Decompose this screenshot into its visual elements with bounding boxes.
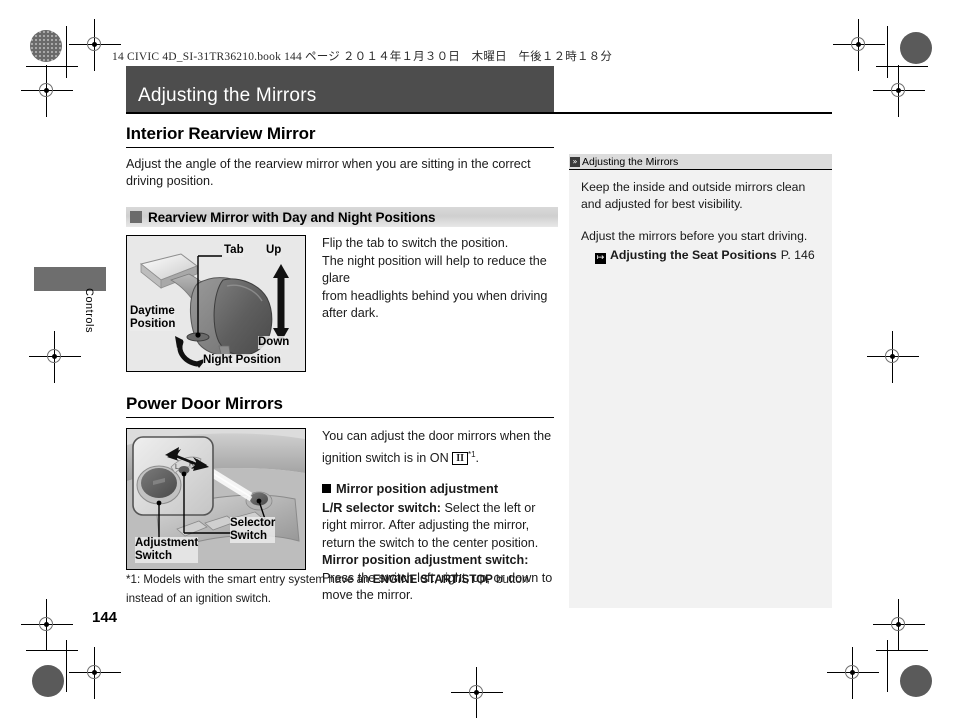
crop-mark-bl-v1 [66,640,67,692]
cross-reference-link[interactable]: ↦ Adjusting the Seat Positions P. 146 [595,247,818,264]
section-heading-interior-rearview-mirror: Interior Rearview Mirror [126,124,316,143]
crop-mark-tr-h1 [876,66,928,67]
title-underline-rule [126,112,832,114]
registration-target-top-left [21,65,73,117]
figure-label-down: Down [258,336,290,349]
footnote-prefix: *1: Models with the smart entry system h… [126,573,373,586]
registration-target-bottom-middle [451,667,503,718]
halftone-mark-bottom-right [900,665,932,697]
manual-page: 14 CIVIC 4D_SI-31TR36210.book 144 ページ ２０… [0,0,954,718]
chapter-tab-label: Controls [83,288,95,333]
registration-target-top-left-inner [69,19,121,71]
subsection-header-day-night: Rearview Mirror with Day and Night Posit… [126,207,558,227]
interior-body-line-3: from headlights behind you when driving [322,288,548,303]
crop-mark-tr-v1 [887,26,888,78]
figure-door-mirror-switch: L R Adjustment Switch Selector Switch [126,428,306,570]
svg-text:L: L [175,464,179,471]
side-note-header: » Adjusting the Mirrors [569,154,832,170]
inline-heading-text: Mirror position adjustment [336,481,499,497]
figure-row-rearview: Tab Up Down Daytime Position Night Posit… [126,235,558,372]
main-content-column: Interior Rearview Mirror Adjust the angl… [126,124,558,605]
interior-body-line-2: The night position will help to reduce t… [322,253,547,286]
section-intro-interior: Adjust the angle of the rearview mirror … [126,157,531,188]
crop-mark-br-v1 [887,640,888,692]
chapter-thumb-tab [34,267,106,291]
crop-mark-br-h1 [876,650,928,651]
figure-label-tab: Tab [224,244,244,257]
registration-target-bottom-right-upper [873,599,925,651]
registration-target-right-middle [867,331,919,383]
halftone-mark-top-right [900,32,932,64]
registration-target-bottom-left [69,647,121,699]
chapter-title-bar: Adjusting the Mirrors [126,66,554,113]
registration-target-bottom-right [827,647,879,699]
lr-selector-paragraph: L/R selector switch: Select the left or … [322,500,558,553]
page-title: Adjusting the Mirrors [138,85,317,106]
side-note-paragraph-2: Adjust the mirrors before you start driv… [581,229,808,243]
figure-label-adjustment-switch: Adjustment Switch [135,537,199,563]
ignition-on-symbol: II [452,451,468,465]
lr-selector-switch-term: L/R selector switch: [322,500,441,515]
footnote-marker: *1 [467,449,476,459]
subsection-title: Rearview Mirror with Day and Night Posit… [148,209,436,225]
interior-body-text: Flip the tab to switch the position. The… [322,235,558,372]
crop-mark-tl-h1 [26,66,78,67]
registration-target-bottom-left-upper [21,599,73,651]
double-chevron-icon: » [570,156,580,167]
section-rule-2 [126,417,554,418]
section-rule [126,147,554,148]
registration-target-top-right-inner [833,19,885,71]
side-note-title: Adjusting the Mirrors [582,155,679,168]
power-door-intro-line-1: You can adjust the door mirrors when the [322,429,552,443]
section-heading-power-door-mirrors: Power Door Mirrors [126,394,283,413]
interior-body-line-1: Flip the tab to switch the position. [322,236,509,250]
registration-target-left-middle [29,331,81,383]
cross-reference-label: Adjusting the Seat Positions [610,247,777,262]
figure-label-selector-switch: Selector Switch [230,517,276,543]
cross-reference-arrow-icon: ↦ [595,252,606,264]
registration-target-top-right [873,65,925,117]
page-footnote: *1: Models with the smart entry system h… [126,570,558,608]
mirror-position-switch-term: Mirror position adjustment switch: [322,553,529,568]
filled-square-icon [322,484,331,494]
figure-label-night-position: Night Position [203,354,281,367]
ignition-text-after: . [475,450,480,465]
halftone-mark-top-left [30,30,62,62]
figure-label-up: Up [266,244,282,257]
interior-body-line-4: after dark. [322,306,379,320]
figure-label-daytime-position: Daytime Position [130,305,176,331]
figure-rearview-mirror: Tab Up Down Daytime Position Night Posit… [126,235,306,372]
print-slugline: 14 CIVIC 4D_SI-31TR36210.book 144 ページ ２０… [112,51,613,63]
cross-reference-page: P. 146 [780,247,815,262]
ignition-text-before: ignition switch is in ON [322,450,453,465]
inline-heading-mirror-position-adjustment: Mirror position adjustment [322,480,558,498]
footnote-bold-term: ENGINE START/STOP [372,573,493,586]
power-door-intro-line-2: ignition switch is in ON II *1. [322,446,558,468]
side-note-paragraph-1: Keep the inside and outside mirrors clea… [581,180,806,211]
crop-mark-bl-h1 [26,650,78,651]
page-number: 144 [92,609,118,626]
side-note-panel: » Adjusting the Mirrors Keep the inside … [569,154,832,608]
crop-mark-tl-v1 [66,26,67,78]
halftone-mark-bottom-left [32,665,64,697]
side-note-body: Keep the inside and outside mirrors clea… [569,170,832,264]
square-bullet-icon [130,211,142,223]
